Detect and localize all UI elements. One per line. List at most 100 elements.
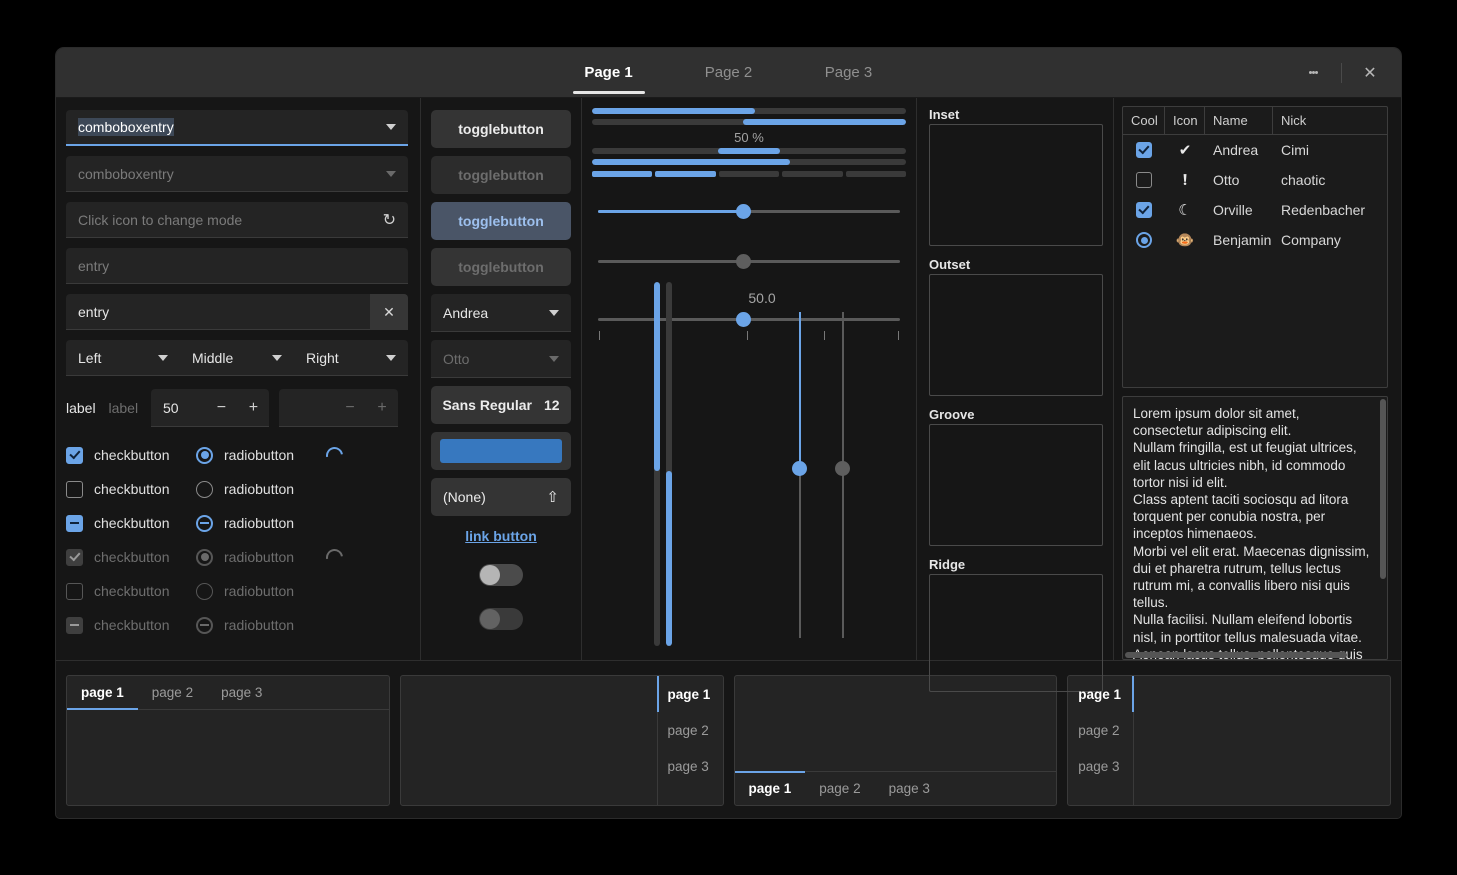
frame-inset-body — [929, 124, 1103, 246]
notebook-left-tab-3[interactable]: page 3 — [1068, 748, 1133, 784]
label-enabled: label — [66, 400, 108, 416]
plain-entry[interactable]: entry — [66, 248, 408, 284]
refresh-icon[interactable]: ↻ — [383, 210, 396, 230]
notebook-right-tab-1[interactable]: page 1 — [658, 676, 723, 712]
pane-treeview-and-text: Cool Icon Name Nick ✔︎ Andrea Cimi ❗︎ — [1114, 98, 1398, 660]
column-header-nick[interactable]: Nick — [1273, 107, 1387, 134]
vscale-with-fill[interactable] — [792, 306, 808, 644]
table-row[interactable]: 🐵 Benjamin Company — [1123, 225, 1387, 255]
combo-right[interactable]: Right — [294, 340, 408, 375]
combobox-enabled[interactable]: Andrea — [431, 294, 571, 332]
tab-page-2[interactable]: Page 2 — [669, 48, 789, 97]
warning-icon: ❗︎ — [1165, 172, 1205, 189]
scale-value-label: 50.0 — [722, 290, 802, 306]
textview-vertical-scrollbar[interactable] — [1380, 399, 1386, 649]
notebook-right-tab-3[interactable]: page 3 — [658, 748, 723, 784]
notebook-top-tabstrip: page 1 page 2 page 3 — [67, 676, 389, 710]
notebook-top-tab-2[interactable]: page 2 — [138, 676, 207, 709]
checkbutton-checked[interactable]: checkbutton — [66, 447, 196, 464]
togglebutton-checked[interactable]: togglebutton — [431, 202, 571, 240]
checkbox-icon — [66, 549, 83, 566]
scrollbar-thumb[interactable] — [1125, 652, 1347, 658]
entry-with-clear[interactable]: entry ✕ — [66, 294, 408, 330]
link-button[interactable]: link button — [431, 528, 571, 544]
vertical-widgets-area: 50.0 — [592, 278, 906, 650]
vscale-handle[interactable] — [792, 461, 807, 476]
progressbar-ltr — [592, 108, 906, 114]
vscale-plain[interactable] — [835, 306, 851, 644]
close-icon[interactable]: ✕ — [1353, 56, 1387, 90]
close-icon[interactable]: ✕ — [370, 294, 408, 330]
progressbar-wide — [592, 159, 906, 165]
row-name-cell: Otto — [1205, 172, 1273, 188]
togglebutton-normal[interactable]: togglebutton — [431, 110, 571, 148]
scale-handle[interactable] — [736, 204, 751, 219]
plain-entry-placeholder: entry — [78, 258, 109, 274]
checkbox-icon[interactable] — [1136, 142, 1152, 158]
checkbox-icon[interactable] — [1136, 202, 1152, 218]
row-cool-cell[interactable] — [1123, 172, 1165, 188]
frame-outset-body — [929, 274, 1103, 396]
combo-middle[interactable]: Middle — [180, 340, 294, 375]
row-cool-cell[interactable] — [1123, 202, 1165, 218]
mode-entry-placeholder: Click icon to change mode — [78, 212, 242, 228]
table-row[interactable]: ❗︎ Otto chaotic — [1123, 165, 1387, 195]
radio-icon[interactable] — [1136, 232, 1152, 248]
combo-middle-label: Middle — [192, 350, 233, 366]
notebook-top-tab-3[interactable]: page 3 — [207, 676, 276, 709]
spinbutton-decrement[interactable]: − — [205, 389, 237, 426]
switch-enabled[interactable] — [479, 564, 523, 586]
kebab-menu-icon[interactable] — [1296, 56, 1330, 90]
table-row[interactable]: ✔︎ Andrea Cimi — [1123, 135, 1387, 165]
row-cool-cell[interactable] — [1123, 232, 1165, 248]
color-chooser-button[interactable] — [431, 432, 571, 470]
column-header-cool[interactable]: Cool — [1123, 107, 1165, 134]
chevron-down-icon — [386, 355, 396, 361]
notebook-right-tab-2[interactable]: page 2 — [658, 712, 723, 748]
scale-handle[interactable] — [736, 254, 751, 269]
notebook-bottom-tabstrip: page 1 page 2 page 3 — [735, 771, 1057, 805]
notebook-left-page — [1134, 676, 1390, 805]
comboboxentry-focused[interactable]: comboboxentry — [66, 110, 408, 146]
vscale-handle[interactable] — [835, 461, 850, 476]
row-cool-cell[interactable] — [1123, 142, 1165, 158]
scale-plain[interactable] — [592, 247, 906, 277]
column-header-name[interactable]: Name — [1205, 107, 1273, 134]
radiobutton-label: radiobutton — [224, 481, 294, 497]
table-row[interactable]: ☾ Orville Redenbacher — [1123, 195, 1387, 225]
frame-inset-label: Inset — [929, 107, 964, 122]
textview-horizontal-scrollbar[interactable] — [1125, 652, 1377, 658]
textview[interactable]: Lorem ipsum dolor sit amet, consectetur … — [1122, 396, 1388, 660]
checkbutton-mixed-disabled: checkbutton — [66, 617, 196, 634]
checkbox-icon[interactable] — [1136, 172, 1152, 188]
notebook-bottom-tab-2[interactable]: page 2 — [805, 772, 874, 805]
combo-right-label: Right — [306, 350, 339, 366]
scrollbar-thumb[interactable] — [1380, 399, 1386, 579]
label-disabled: label — [108, 400, 150, 416]
mode-entry[interactable]: Click icon to change mode ↻ — [66, 202, 408, 238]
radiobutton-mixed[interactable]: radiobutton — [196, 515, 326, 532]
notebook-left-tab-1[interactable]: page 1 — [1068, 676, 1133, 712]
scale-with-fill[interactable] — [592, 197, 906, 227]
notebook-bottom-tab-1[interactable]: page 1 — [735, 772, 806, 805]
checkbutton-unchecked[interactable]: checkbutton — [66, 481, 196, 498]
column-header-icon[interactable]: Icon — [1165, 107, 1205, 134]
radiobutton-checked[interactable]: radiobutton — [196, 447, 326, 464]
radiobutton-unchecked[interactable]: radiobutton — [196, 481, 326, 498]
font-chooser-button[interactable]: Sans Regular 12 — [431, 386, 571, 424]
tab-page-1[interactable]: Page 1 — [549, 48, 669, 97]
notebook-left-tab-2[interactable]: page 2 — [1068, 712, 1133, 748]
pane-entries-and-checks: comboboxentry comboboxentry Click icon t… — [56, 98, 420, 660]
notebook-tabs-bottom: page 1 page 2 page 3 — [734, 675, 1058, 806]
notebook-bottom-tab-3[interactable]: page 3 — [875, 772, 944, 805]
tab-page-3[interactable]: Page 3 — [789, 48, 909, 97]
togglebutton-checked-disabled-label: togglebutton — [458, 259, 544, 275]
spinbutton-increment[interactable]: + — [237, 389, 269, 426]
radiobutton-label: radiobutton — [224, 583, 294, 599]
combo-left[interactable]: Left — [66, 340, 180, 375]
file-chooser-button[interactable]: (None) ⇧ — [431, 478, 571, 516]
spinbutton-enabled[interactable]: 50 − + — [151, 389, 270, 427]
treeview[interactable]: Cool Icon Name Nick ✔︎ Andrea Cimi ❗︎ — [1122, 106, 1388, 388]
notebook-top-tab-1[interactable]: page 1 — [67, 676, 138, 709]
checkbutton-mixed[interactable]: checkbutton — [66, 515, 196, 532]
